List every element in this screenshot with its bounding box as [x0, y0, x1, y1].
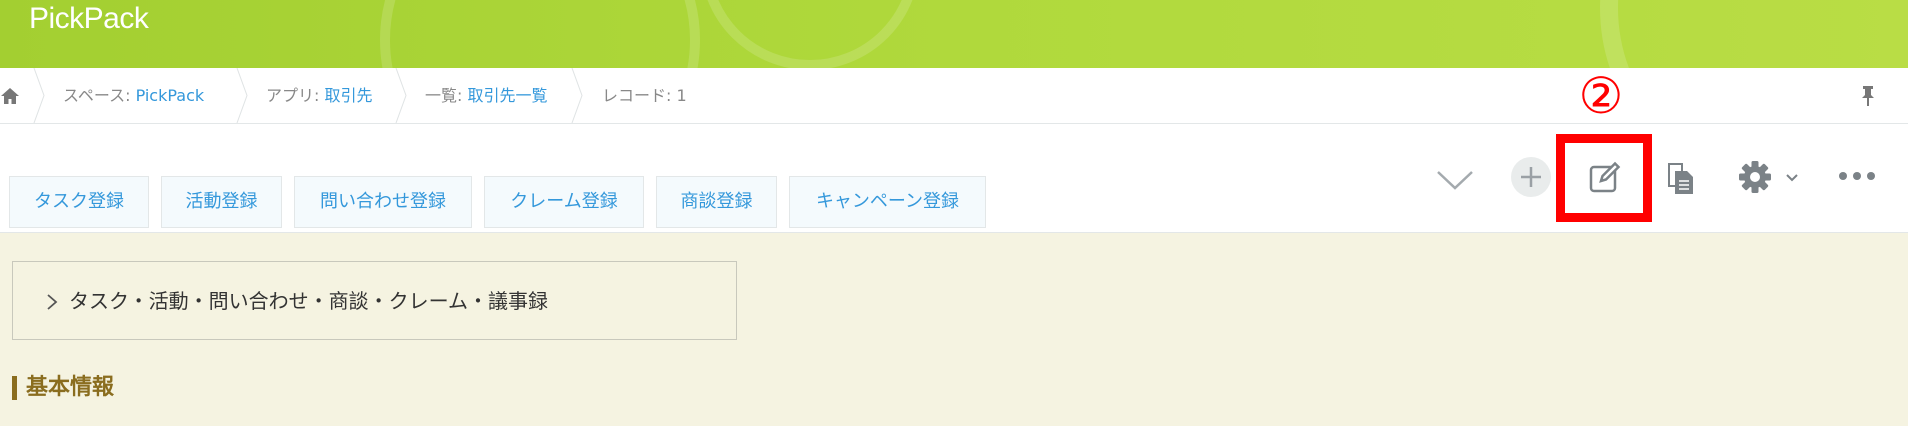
step-number-annotation: ②	[1578, 67, 1624, 125]
breadcrumb-record: レコード: 1	[602, 86, 687, 105]
gear-chevron-down-icon[interactable]	[1786, 173, 1798, 183]
breadcrumb-list-link[interactable]: 取引先一覧	[467, 86, 547, 105]
chevron-right-icon	[47, 294, 58, 310]
breadcrumb-list-prefix: 一覧:	[425, 86, 468, 105]
breadcrumb-space-link[interactable]: PickPack	[136, 86, 205, 105]
breadcrumb-app[interactable]: アプリ: 取引先	[266, 68, 373, 123]
tab-claim-register[interactable]: クレーム登録	[484, 176, 644, 228]
tab-inquiry-register[interactable]: 問い合わせ登録	[294, 176, 472, 228]
chevron-down-icon[interactable]	[1436, 168, 1474, 192]
edit-button-highlight	[1556, 134, 1652, 222]
breadcrumb-list[interactable]: 一覧: 取引先一覧	[425, 68, 548, 123]
tab-task-register[interactable]: タスク登録	[9, 176, 149, 228]
gear-icon[interactable]	[1738, 160, 1772, 194]
breadcrumb-app-prefix: アプリ:	[266, 86, 325, 105]
app-title[interactable]: PickPack	[29, 2, 149, 36]
breadcrumb-separator	[395, 68, 407, 123]
header-decoration	[700, 0, 920, 68]
app-header: PickPack	[0, 0, 1908, 68]
header-decoration	[380, 0, 700, 68]
duplicate-icon[interactable]	[1666, 162, 1696, 196]
header-decoration	[1600, 0, 1908, 68]
tab-deal-register[interactable]: 商談登録	[656, 176, 777, 228]
tab-campaign-register[interactable]: キャンペーン登録	[789, 176, 986, 228]
home-icon[interactable]	[0, 86, 20, 106]
more-icon[interactable]	[1838, 170, 1876, 182]
breadcrumb-separator	[236, 68, 248, 123]
tab-activity-register[interactable]: 活動登録	[161, 176, 282, 228]
breadcrumb-separator	[571, 68, 583, 123]
basic-info-label: 基本情報	[26, 375, 115, 400]
breadcrumb-app-link[interactable]: 取引先	[324, 86, 372, 105]
related-records-label: タスク・活動・問い合わせ・商談・クレーム・議事録	[69, 289, 548, 313]
add-icon[interactable]	[1510, 156, 1552, 198]
breadcrumb-separator	[33, 68, 45, 123]
related-records-toggle[interactable]: タスク・活動・問い合わせ・商談・クレーム・議事録	[12, 261, 737, 340]
breadcrumb-space[interactable]: スペース: PickPack	[63, 68, 204, 123]
breadcrumb-space-prefix: スペース:	[63, 86, 136, 105]
group-label-bar	[12, 376, 17, 400]
pin-icon[interactable]	[1858, 84, 1878, 108]
